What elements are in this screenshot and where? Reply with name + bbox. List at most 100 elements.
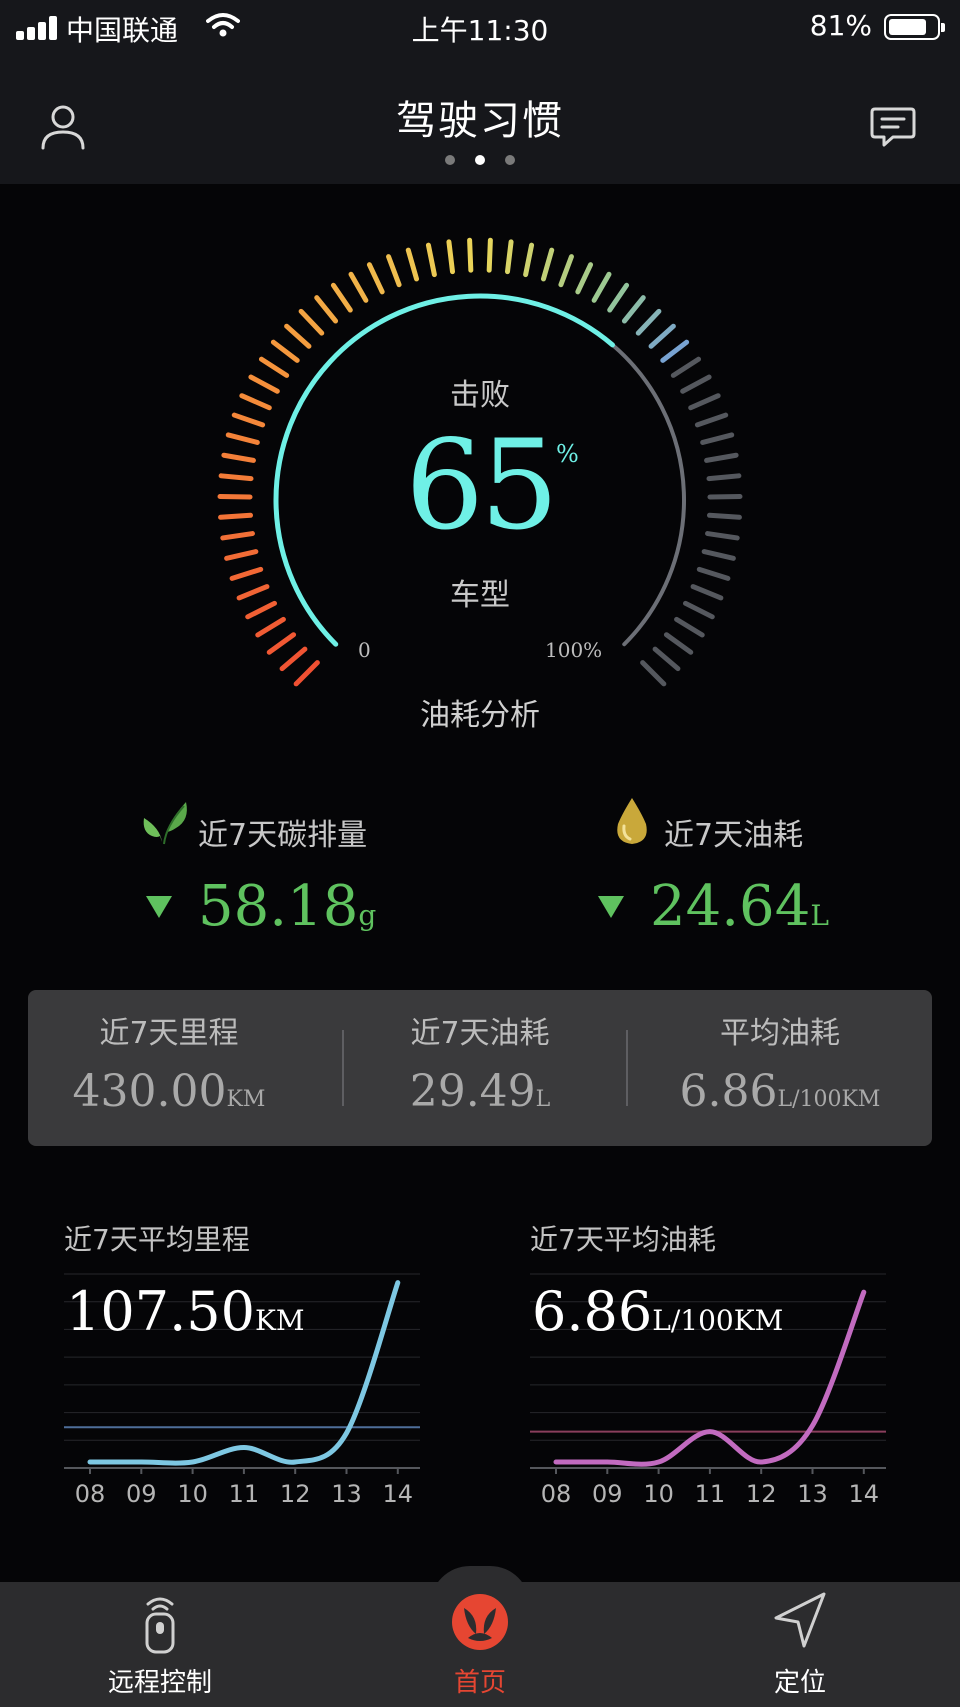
chart-headline-value: 6.86 [532, 1280, 653, 1343]
fuel-unit: L [810, 899, 829, 932]
tab-bar: 远程控制 首页 定位 [0, 1582, 960, 1707]
x-tick-label: 10 [643, 1480, 674, 1508]
gauge-tick [648, 323, 676, 349]
gauge-max-label: 100% [545, 638, 603, 662]
gauge-min-label: 0 [358, 638, 371, 662]
page-dot[interactable] [505, 155, 515, 165]
gauge-tick [635, 308, 662, 336]
gauge-tick [706, 512, 742, 520]
leaf-icon [143, 802, 187, 845]
x-tick-label: 14 [849, 1480, 880, 1508]
gauge-tick [220, 531, 255, 541]
tab-label: 定位 [773, 1668, 826, 1698]
gauge-tick [224, 549, 259, 561]
gauge-tick [221, 452, 256, 463]
summary-unit: L/100KM [777, 1087, 881, 1112]
summary-label: 近7天油耗 [410, 1016, 550, 1051]
gauge-tick [366, 262, 385, 295]
gauge-tick [694, 412, 729, 428]
page-dot[interactable] [445, 155, 455, 165]
data-point [397, 1282, 399, 1284]
gauge-tick [704, 452, 739, 463]
avg-fuel-chart[interactable]: 08 09 10 11 12 13 14 近7天平均油耗 6.86L/100KM [530, 1210, 950, 1510]
x-tick-label: 11 [229, 1480, 260, 1508]
battery-percent: 81% [809, 9, 872, 42]
x-tick-label: 10 [177, 1480, 208, 1508]
gauge-tick [558, 254, 574, 288]
gauge-tick [705, 531, 740, 541]
gauge-tick [225, 432, 260, 445]
summary-mileage: 近7天里程 430.00KM [28, 990, 310, 1146]
gauge-tick [348, 271, 369, 303]
gauge-tick [446, 239, 456, 275]
x-tick-label: 13 [331, 1480, 362, 1508]
gauge-tick [701, 549, 736, 561]
gauge-tick [293, 660, 320, 687]
summary-label: 近7天里程 [99, 1016, 239, 1051]
gauge-tick [504, 239, 514, 275]
page-dot[interactable] [475, 155, 485, 165]
fuel-label: 近7天油耗 [664, 818, 804, 853]
gauge-tick [255, 616, 286, 638]
trend-down-icon [598, 895, 624, 918]
chart-headline-unit: KM [254, 1304, 305, 1337]
fuel-value: 24.64 [650, 874, 811, 939]
x-tick-label: 08 [75, 1480, 106, 1508]
gauge-tick [425, 242, 437, 278]
tab-location[interactable]: 定位 [700, 1582, 900, 1707]
remote-key-icon [145, 1597, 175, 1654]
carbon-value: 58.18 [198, 874, 359, 939]
avg-mileage-chart[interactable]: 08 09 10 11 12 13 14 近7天平均里程 107.50KM [64, 1210, 484, 1510]
page-indicator[interactable] [0, 150, 960, 169]
summary-unit: KM [226, 1087, 266, 1112]
x-tick-label: 13 [797, 1480, 828, 1508]
summary-label: 平均油耗 [720, 1016, 840, 1051]
gauge-tick [266, 632, 297, 655]
chart-headline-unit: L/100KM [652, 1304, 784, 1337]
gauge-tick [640, 660, 667, 687]
gauge-tick [405, 247, 420, 282]
data-point [89, 1461, 91, 1463]
carbon-unit: g [358, 899, 377, 932]
trend-down-icon [146, 895, 172, 918]
page-title: 驾驶习惯 [396, 98, 564, 144]
message-icon[interactable] [870, 106, 916, 148]
gauge-tick [706, 473, 742, 482]
score-gauge: 击败 65 % 车型 0 100% 油耗分析 [0, 184, 960, 744]
data-point [192, 1461, 194, 1463]
gauge-tick [523, 242, 535, 278]
tab-remote-control[interactable]: 远程控制 [60, 1582, 260, 1707]
gauge-tick [540, 247, 555, 282]
fuel-analysis-link[interactable]: 油耗分析 [0, 690, 960, 734]
gauge-tick [652, 646, 681, 672]
x-tick-label: 09 [126, 1480, 157, 1508]
gauge-tick [591, 271, 612, 303]
summary-avg-fuel: 平均油耗 6.86L/100KM [628, 990, 932, 1146]
gauge-tick [279, 646, 308, 672]
tab-home[interactable]: 首页 [380, 1582, 580, 1707]
data-point [555, 1461, 557, 1463]
gauge-tick [674, 616, 705, 638]
oil-drop-icon [617, 798, 647, 844]
gauge-tick [660, 339, 690, 363]
data-point [346, 1432, 347, 1434]
summary-unit: L [535, 1087, 551, 1112]
location-arrow-icon [774, 1592, 826, 1648]
gauge-value: 65 [405, 414, 559, 558]
gauge-tick [330, 282, 353, 313]
gauge-tick [386, 254, 402, 288]
gauge-tick [467, 237, 474, 273]
gauge-tick [700, 432, 735, 445]
data-point [812, 1425, 813, 1427]
gauge-tick [298, 308, 325, 336]
gauge-bottom-label: 车型 [450, 578, 510, 613]
summary-card: 近7天里程 430.00KM 近7天油耗 29.49L 平均油耗 6.86L/1… [28, 990, 932, 1146]
data-point [140, 1461, 142, 1463]
chart-title: 近7天平均油耗 [530, 1223, 716, 1256]
gauge-top-label: 击败 [450, 378, 510, 413]
gauge-tick [314, 295, 339, 324]
data-point [243, 1447, 245, 1449]
carbon-label: 近7天碳排量 [198, 818, 368, 853]
brand-logo-icon [452, 1594, 508, 1650]
gauge-tick [607, 282, 630, 313]
